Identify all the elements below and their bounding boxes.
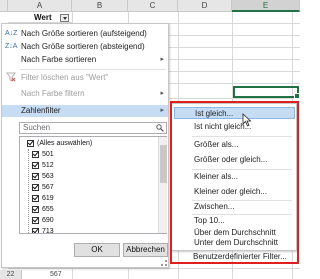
column-header-b[interactable]: B (72, 0, 128, 12)
filter-by-color-item[interactable]: Nach Farbe filtern ▸ (2, 88, 168, 100)
list-item-label: 501 (42, 151, 54, 158)
list-item[interactable]: 619 (20, 193, 160, 204)
sort-ascending-icon: A↓Z (5, 30, 18, 37)
submenu-item-label: Kleiner als... (194, 172, 239, 181)
checkbox[interactable] (32, 195, 39, 202)
submenu-item-label: Top 10... (194, 216, 225, 225)
checkbox[interactable] (32, 184, 39, 191)
checkbox[interactable] (27, 140, 34, 147)
select-all-corner[interactable] (0, 0, 8, 12)
checkbox[interactable] (32, 228, 39, 233)
sort-descending-item[interactable]: Z↓A Nach Größe sortieren (absteigend) (2, 41, 168, 53)
submenu-item-label: Benutzerdefinierter Filter... (193, 252, 287, 261)
list-item[interactable]: 713 (20, 226, 160, 234)
checkbox[interactable] (32, 173, 39, 180)
submenu-item-label: Größer oder gleich... (194, 155, 268, 164)
ok-button[interactable]: OK (74, 243, 120, 257)
menu-item-label: Nach Farbe filtern (21, 89, 85, 98)
submenu-divider (192, 136, 292, 137)
submenu-item-greater-than[interactable]: Größer als... (174, 139, 295, 151)
checkbox[interactable] (32, 162, 39, 169)
menu-item-label: Nach Farbe sortieren (21, 55, 97, 64)
value-list: (Alles auswählen) 501 512 563 567 619 65… (19, 136, 167, 234)
checkbox[interactable] (32, 217, 39, 224)
submenu-divider (192, 169, 292, 170)
search-placeholder: Suchen (23, 123, 51, 132)
resize-grip-icon[interactable] (161, 260, 167, 266)
list-item-label: 563 (42, 173, 54, 180)
cell-value: 567 (50, 271, 62, 278)
menu-divider (20, 69, 166, 70)
row-number: 22 (0, 270, 22, 279)
column-headers: A B C D E (8, 0, 300, 12)
submenu-item-between[interactable]: Zwischen... (174, 201, 295, 213)
checkbox[interactable] (32, 151, 39, 158)
mouse-cursor-icon (242, 113, 252, 127)
chevron-right-icon: ▸ (160, 56, 164, 63)
list-item[interactable]: 563 (20, 171, 160, 182)
autofilter-dropdown-button[interactable] (60, 14, 69, 22)
sort-by-color-item[interactable]: Nach Farbe sortieren ▸ (2, 54, 168, 66)
number-filters-item[interactable]: Zahlenfilter ▸ (2, 105, 168, 117)
menu-item-label: Zahlenfilter (21, 106, 61, 115)
column-header-d[interactable]: D (178, 0, 232, 12)
number-filters-submenu: Ist gleich... Ist nicht gleich... Größer… (171, 103, 297, 251)
list-item-label: 713 (42, 228, 54, 234)
search-icon (156, 124, 164, 132)
menu-item-label: Nach Größe sortieren (aufsteigend) (21, 29, 147, 38)
submenu-item-less-than[interactable]: Kleiner als... (174, 171, 295, 183)
sort-ascending-item[interactable]: A↓Z Nach Größe sortieren (aufsteigend) (2, 28, 168, 40)
submenu-item-label: Zwischen... (194, 202, 235, 211)
list-item-label: 690 (42, 217, 54, 224)
autofilter-menu: A↓Z Nach Größe sortieren (aufsteigend) Z… (1, 23, 169, 268)
list-item[interactable]: 655 (20, 204, 160, 215)
clear-filter-icon (5, 72, 17, 84)
list-item-label: (Alles auswählen) (37, 140, 93, 147)
list-item-label: 512 (42, 162, 54, 169)
column-header-e[interactable]: E (232, 0, 300, 12)
submenu-item-label: Ist gleich... (195, 109, 234, 118)
list-item[interactable]: 512 (20, 160, 160, 171)
list-item[interactable]: 567 (20, 182, 160, 193)
clear-filter-item[interactable]: Filter löschen aus "Wert" (2, 72, 168, 84)
submenu-item-less-or-equal[interactable]: Kleiner oder gleich... (174, 186, 295, 198)
column-header-c[interactable]: C (128, 0, 178, 12)
search-input[interactable]: Suchen (19, 122, 167, 134)
list-vertical-scrollbar[interactable] (158, 137, 167, 233)
submenu-item-not-equal[interactable]: Ist nicht gleich... (174, 121, 295, 133)
list-item[interactable]: 690 (20, 215, 160, 226)
list-item-label: 619 (42, 195, 54, 202)
chevron-right-icon: ▸ (160, 107, 164, 114)
menu-item-label: Nach Größe sortieren (absteigend) (21, 42, 145, 51)
grid-line (8, 268, 300, 269)
submenu-item-equals[interactable]: Ist gleich... (174, 107, 295, 119)
list-item[interactable]: (Alles auswählen) (20, 138, 160, 149)
submenu-item-label: Größer als... (194, 140, 239, 149)
list-item-label: 655 (42, 206, 54, 213)
scrollbar-thumb[interactable] (160, 145, 167, 183)
active-cell-e[interactable] (233, 86, 300, 99)
submenu-item-top-10[interactable]: Top 10... (174, 215, 295, 227)
chevron-right-icon: ▸ (160, 90, 164, 97)
menu-item-label: Filter löschen aus "Wert" (21, 73, 109, 82)
submenu-item-below-average[interactable]: Unter dem Durchschnitt (174, 237, 295, 249)
list-item-label: 567 (42, 184, 54, 191)
column-header-a[interactable]: A (8, 0, 72, 12)
sort-descending-icon: Z↓A (5, 43, 18, 50)
submenu-item-custom-filter[interactable]: Benutzerdefinierter Filter... (173, 251, 294, 263)
submenu-item-label: Kleiner oder gleich... (194, 187, 267, 196)
submenu-item-label: Unter dem Durchschnitt (194, 238, 279, 247)
list-item[interactable]: 501 (20, 149, 160, 160)
submenu-item-greater-or-equal[interactable]: Größer oder gleich... (174, 154, 295, 166)
header-cell-label: Wert (34, 13, 52, 22)
cancel-button[interactable]: Abbrechen (123, 243, 168, 257)
checkbox[interactable] (32, 206, 39, 213)
